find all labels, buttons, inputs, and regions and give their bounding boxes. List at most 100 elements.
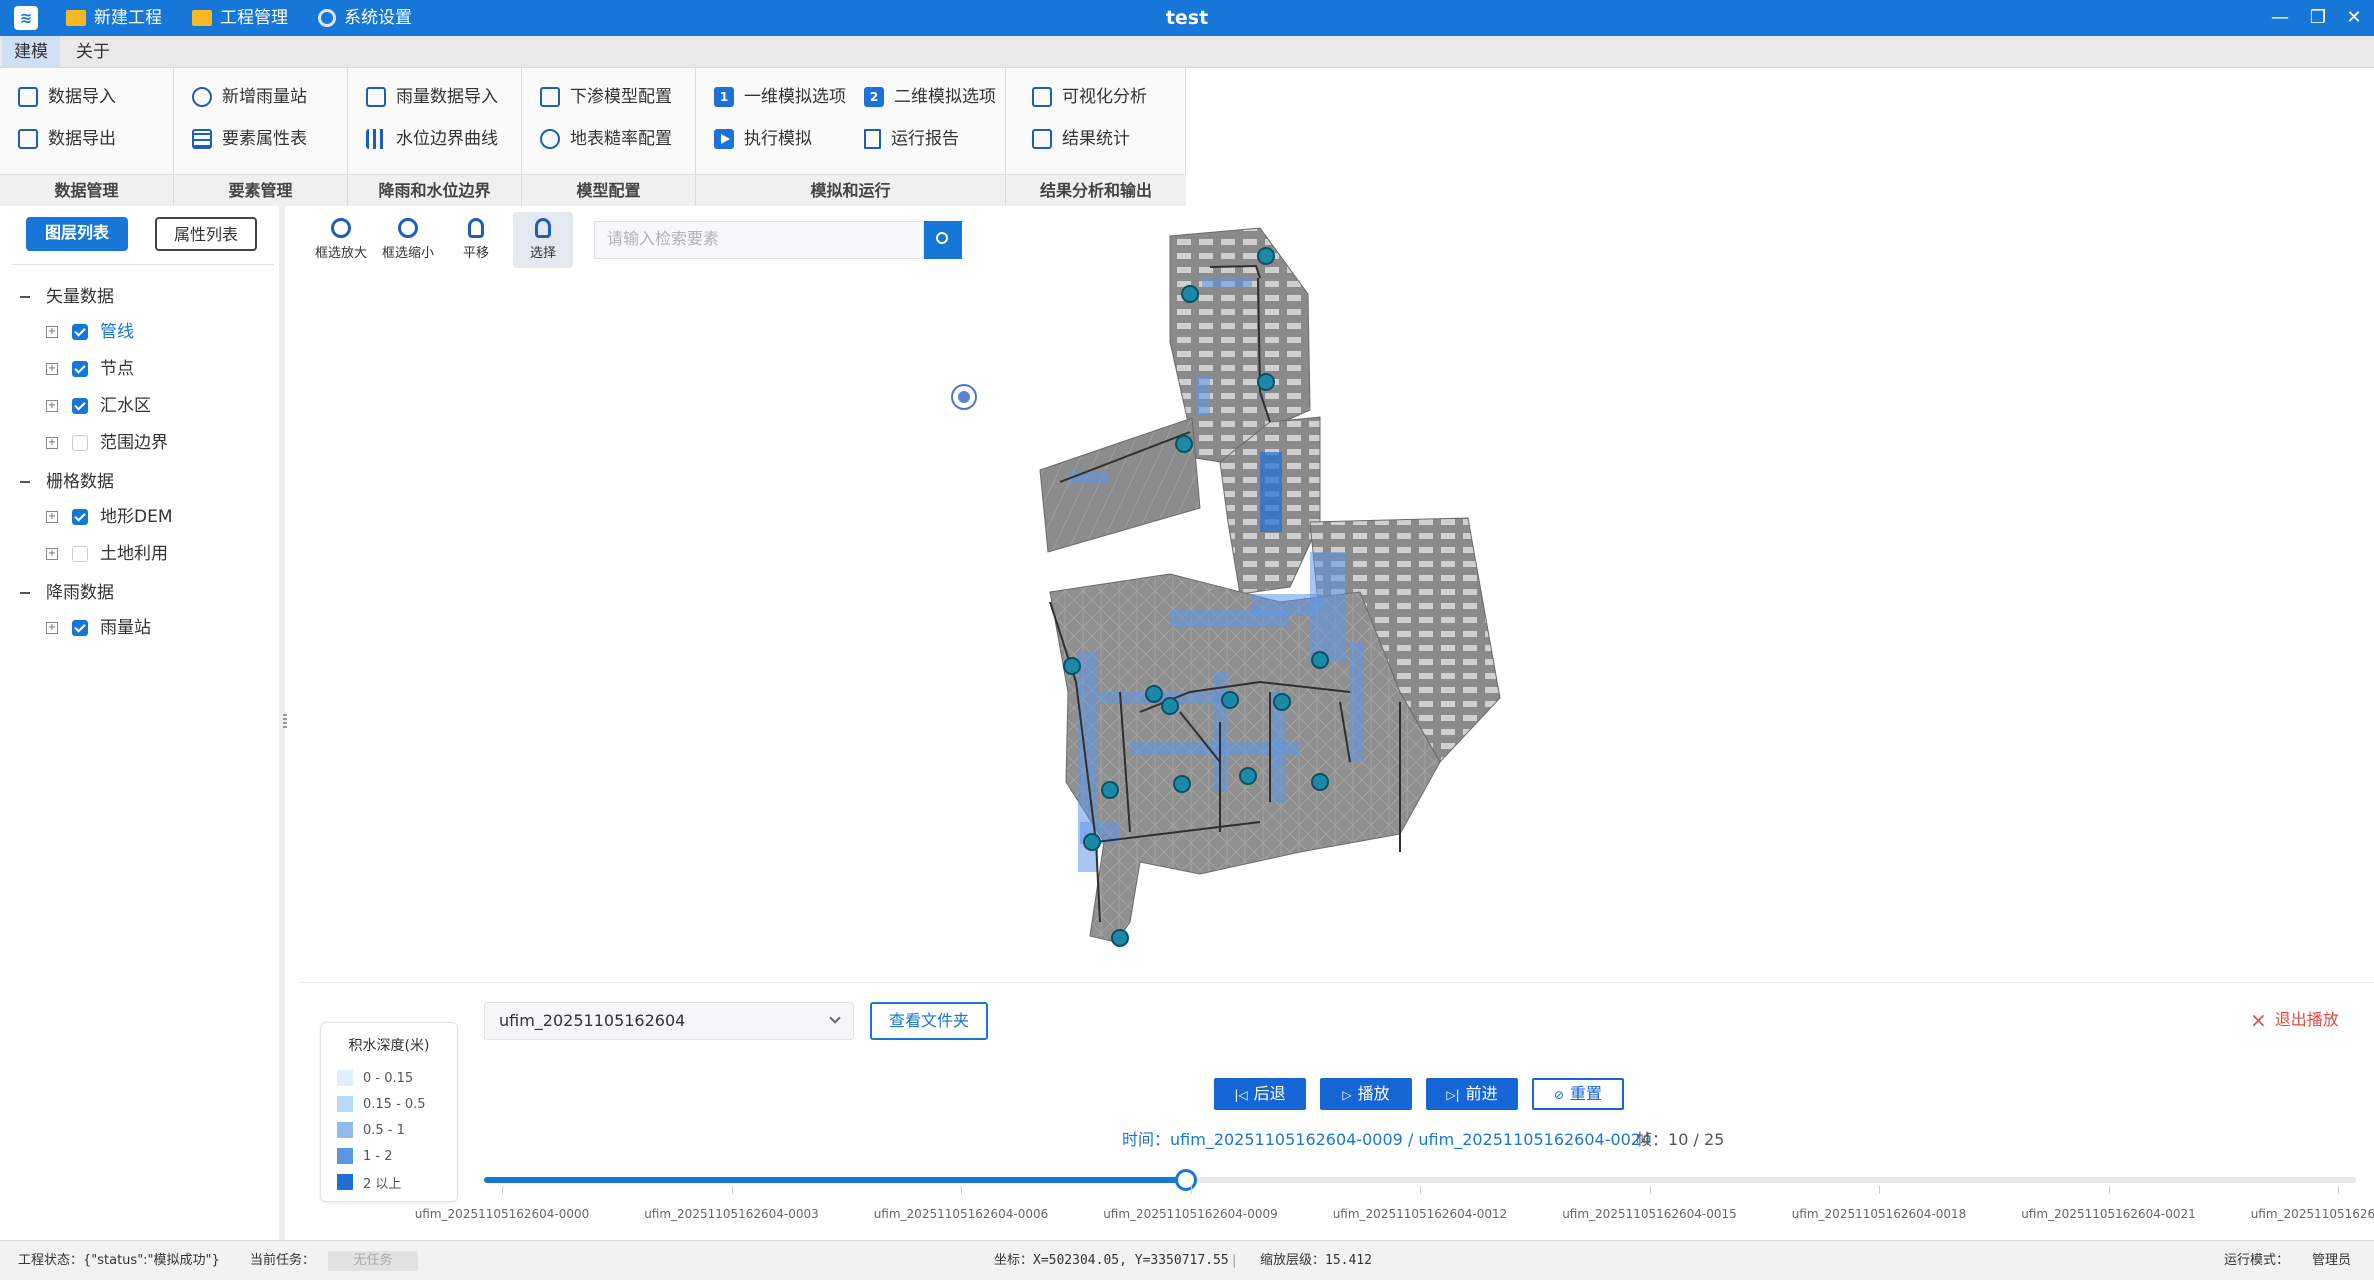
restore-icon[interactable]: ❐ bbox=[2304, 4, 2332, 32]
search-button[interactable] bbox=[924, 221, 962, 259]
play-button[interactable]: ▷ 播放 bbox=[1320, 1078, 1412, 1110]
expand-icon[interactable]: + bbox=[46, 400, 58, 412]
expand-icon[interactable]: + bbox=[46, 363, 58, 375]
timeline-tick bbox=[961, 1186, 962, 1194]
timeline-thumb[interactable] bbox=[1175, 1169, 1197, 1191]
step-back-button[interactable]: |◁ 后退 bbox=[1214, 1078, 1306, 1110]
zoom-out-box-tool[interactable]: 框选缩小 bbox=[378, 212, 438, 268]
legend-item: 0.15 - 0.5 bbox=[337, 1095, 426, 1113]
layer-checkbox-pipes[interactable] bbox=[72, 324, 88, 340]
view-folder-button[interactable]: 查看文件夹 bbox=[870, 1002, 988, 1040]
close-icon: × bbox=[2250, 1008, 2267, 1032]
ribbon-group-label: 要素管理 bbox=[174, 174, 347, 206]
layer-checkbox-catchments[interactable] bbox=[72, 398, 88, 414]
result-stats-label: 结果统计 bbox=[1062, 129, 1130, 149]
timeline-tick-label: ufim_20251105162604-0009 bbox=[1103, 1207, 1278, 1221]
timeline-tick bbox=[2338, 1186, 2339, 1194]
menu-system-settings[interactable]: 系统设置 bbox=[318, 0, 412, 36]
ribbon-group-data: 数据导入 数据导出 数据管理 bbox=[0, 68, 174, 206]
stats-chart-icon bbox=[1032, 129, 1052, 149]
infiltration-config-button[interactable]: 下渗模型配置 bbox=[540, 82, 672, 112]
run-simulation-button[interactable]: 执行模拟 bbox=[714, 124, 812, 154]
timeline-tick bbox=[731, 1186, 733, 1194]
layer-boundary[interactable]: 范围边界 bbox=[100, 428, 168, 458]
pan-label: 平移 bbox=[462, 246, 489, 261]
timeline-slider[interactable] bbox=[484, 1169, 2356, 1191]
folder-icon bbox=[192, 10, 212, 26]
layer-landuse[interactable]: 土地利用 bbox=[100, 539, 168, 569]
visual-analysis-label: 可视化分析 bbox=[1062, 87, 1147, 107]
bar-chart-icon bbox=[366, 129, 386, 149]
pan-tool[interactable]: 平移 bbox=[446, 212, 506, 268]
ribbon-group-boundary: 雨量数据导入 水位边界曲线 降雨和水位边界 bbox=[348, 68, 522, 206]
expand-icon[interactable]: + bbox=[46, 622, 58, 634]
export-data-button[interactable]: 数据导出 bbox=[18, 124, 116, 154]
menu-project-manage[interactable]: 工程管理 bbox=[192, 0, 288, 36]
tab-about[interactable]: 关于 bbox=[64, 36, 122, 68]
cloud-rain-icon bbox=[192, 87, 212, 107]
location-marker-icon[interactable] bbox=[951, 384, 977, 410]
reset-button[interactable]: ⊘ 重置 bbox=[1532, 1078, 1624, 1110]
zoom-in-box-tool[interactable]: 框选放大 bbox=[311, 212, 371, 268]
layer-checkbox-nodes[interactable] bbox=[72, 361, 88, 377]
expand-icon[interactable]: + bbox=[46, 437, 58, 449]
1d-options-button[interactable]: 1 一维模拟选项 bbox=[714, 82, 846, 112]
water-level-curve-button[interactable]: 水位边界曲线 bbox=[366, 124, 498, 154]
add-rain-station-button[interactable]: 新增雨量站 bbox=[192, 82, 307, 112]
2d-options-label: 二维模拟选项 bbox=[894, 87, 996, 107]
layer-group-rainfall[interactable]: 降雨数据 bbox=[46, 578, 114, 608]
map-canvas[interactable] bbox=[1020, 222, 1520, 952]
timeline-tick bbox=[1649, 1186, 1651, 1194]
flood-depth-legend: 积水深度(米) 0 - 0.15 0.15 - 0.5 0.5 - 1 1 - … bbox=[320, 1022, 458, 1202]
2d-options-button[interactable]: 2 二维模拟选项 bbox=[864, 82, 996, 112]
result-stats-button[interactable]: 结果统计 bbox=[1032, 124, 1130, 154]
feature-search-input[interactable] bbox=[594, 221, 924, 259]
minimize-icon[interactable]: — bbox=[2266, 4, 2294, 32]
simulation-run-select[interactable]: ufim_20251105162604 bbox=[484, 1002, 854, 1040]
layer-checkbox-boundary[interactable] bbox=[72, 435, 88, 451]
layer-checkbox-landuse[interactable] bbox=[72, 546, 88, 562]
tab-layer-list[interactable]: 图层列表 bbox=[26, 217, 128, 251]
layer-nodes[interactable]: 节点 bbox=[100, 354, 134, 384]
select-tool[interactable]: 选择 bbox=[513, 212, 573, 268]
step-forward-button[interactable]: ▷| 前进 bbox=[1426, 1078, 1518, 1110]
close-icon[interactable]: ✕ bbox=[2340, 4, 2368, 32]
collapse-icon[interactable] bbox=[20, 481, 30, 483]
import-data-button[interactable]: 数据导入 bbox=[18, 82, 116, 112]
menu-new-project[interactable]: 新建工程 bbox=[66, 0, 162, 36]
timeline-tick bbox=[1420, 1186, 1421, 1194]
step-forward-label: 前进 bbox=[1465, 1084, 1498, 1103]
run-report-button[interactable]: 运行报告 bbox=[864, 124, 959, 154]
layer-checkbox-rain-stations[interactable] bbox=[72, 620, 88, 636]
exit-playback-button[interactable]: × 退出播放 bbox=[2250, 1008, 2339, 1032]
menu-tabs: 建模 关于 bbox=[0, 36, 2374, 68]
expand-icon[interactable]: + bbox=[46, 326, 58, 338]
layer-group-vector[interactable]: 矢量数据 bbox=[46, 282, 114, 312]
layer-pipes[interactable]: 管线 bbox=[100, 317, 134, 347]
visual-analysis-button[interactable]: 可视化分析 bbox=[1032, 82, 1147, 112]
expand-icon[interactable]: + bbox=[46, 511, 58, 523]
gear-icon bbox=[318, 9, 336, 27]
layer-rain-stations[interactable]: 雨量站 bbox=[100, 613, 151, 643]
collapse-icon[interactable] bbox=[20, 296, 30, 298]
timeline-progress bbox=[484, 1177, 1186, 1183]
rain-data-import-button[interactable]: 雨量数据导入 bbox=[366, 82, 498, 112]
tab-attribute-list[interactable]: 属性列表 bbox=[155, 217, 257, 251]
layer-group-raster[interactable]: 栅格数据 bbox=[46, 467, 114, 497]
collapse-icon[interactable] bbox=[20, 592, 30, 594]
roughness-config-button[interactable]: 地表糙率配置 bbox=[540, 124, 672, 154]
current-task-badge: 无任务 bbox=[328, 1251, 418, 1271]
layer-catchments[interactable]: 汇水区 bbox=[100, 391, 151, 421]
attribute-table-button[interactable]: 要素属性表 bbox=[192, 124, 307, 154]
menu-project-manage-label: 工程管理 bbox=[220, 8, 288, 28]
ribbon-group-label: 模型配置 bbox=[522, 174, 695, 206]
panel-splitter-handle[interactable] bbox=[283, 714, 287, 730]
layer-checkbox-dem[interactable] bbox=[72, 509, 88, 525]
legend-label: 0.15 - 0.5 bbox=[363, 1096, 426, 1112]
import-data-label: 数据导入 bbox=[48, 87, 116, 107]
tab-modeling[interactable]: 建模 bbox=[2, 36, 60, 68]
expand-icon[interactable]: + bbox=[46, 548, 58, 560]
timeline-tick-label: ufim_20251105162604-0015 bbox=[1562, 1207, 1737, 1221]
layer-dem[interactable]: 地形DEM bbox=[100, 502, 173, 532]
ribbon-group-label: 降雨和水位边界 bbox=[348, 174, 521, 206]
